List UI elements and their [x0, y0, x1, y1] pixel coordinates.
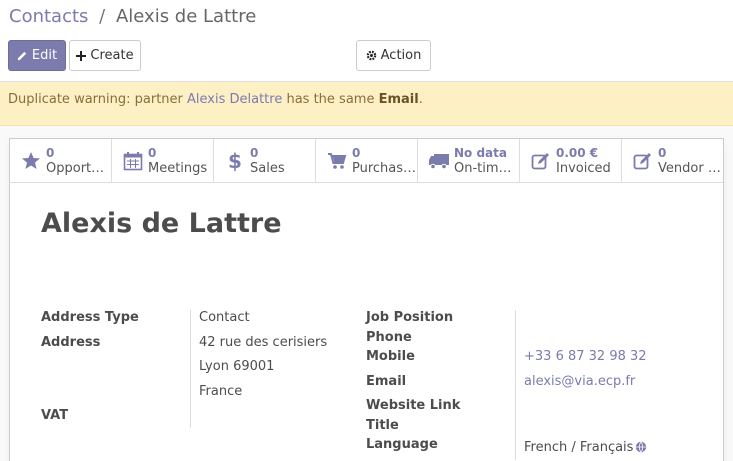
calendar-icon — [122, 150, 144, 172]
on-time-rate-button[interactable]: No data On-time Rate — [418, 139, 520, 182]
warning-prefix: Duplicate warning: partner — [8, 92, 188, 107]
city-value[interactable]: Lyon 69001 — [199, 359, 274, 374]
address-type-label: Address Type — [41, 310, 139, 325]
duplicate-partner-link[interactable]: Alexis Delattre — [187, 92, 282, 107]
dollar-icon: $ — [224, 150, 246, 172]
vat-label: VAT — [41, 408, 69, 423]
duplicate-warning: Duplicate warning: partner Alexis Delatt… — [0, 82, 733, 126]
street-value[interactable]: 42 rue des cerisiers — [199, 335, 327, 350]
left-group-divider — [190, 310, 191, 428]
truck-icon — [428, 150, 450, 172]
sales-label: Sales — [250, 160, 285, 176]
form-sheet: 0 Opportunities 0 Meetings $ 0 Sales — [9, 138, 724, 461]
sales-button[interactable]: $ 0 Sales — [214, 139, 316, 182]
vendor-bills-label: Vendor Bills — [658, 160, 723, 176]
purchases-label: Purchases — [352, 160, 417, 176]
partner-name: Alexis de Lattre — [41, 208, 282, 239]
globe-icon[interactable] — [635, 441, 647, 457]
title-label: Title — [366, 418, 399, 433]
purchases-button[interactable]: 0 Purchases — [316, 139, 418, 182]
opportunities-count: 0 — [46, 145, 55, 160]
action-button[interactable]: Action — [356, 40, 431, 71]
mobile-label: Mobile — [366, 349, 415, 364]
warning-suffix: . — [418, 92, 423, 107]
pencil-icon — [17, 50, 28, 61]
invoiced-amount: 0.00 € — [556, 145, 599, 160]
breadcrumb-contacts-link[interactable]: Contacts — [9, 6, 88, 27]
mobile-link[interactable]: +33 6 87 32 98 32 — [524, 349, 647, 364]
breadcrumb: Contacts / Alexis de Lattre — [9, 6, 256, 27]
meetings-button[interactable]: 0 Meetings — [112, 139, 214, 182]
invoiced-label: Invoiced — [556, 160, 611, 176]
vendor-bills-count: 0 — [658, 145, 667, 160]
purchases-count: 0 — [352, 145, 361, 160]
sales-count: 0 — [250, 145, 259, 160]
phone-label: Phone — [366, 330, 412, 345]
plus-icon — [76, 50, 87, 61]
svg-text:$: $ — [228, 150, 242, 172]
invoice-icon — [530, 150, 552, 172]
language-value[interactable]: French / Français — [524, 440, 633, 455]
warning-field: Email — [378, 92, 419, 107]
language-label: Language — [366, 437, 438, 452]
edit-button-label: Edit — [31, 48, 58, 63]
email-link[interactable]: alexis@via.ecp.fr — [524, 374, 635, 389]
email-label: Email — [366, 374, 407, 389]
breadcrumb-current: Alexis de Lattre — [115, 6, 257, 27]
vendor-bills-button[interactable]: 0 Vendor Bills — [622, 139, 723, 182]
create-button[interactable]: Create — [69, 40, 141, 71]
smart-buttons: 0 Opportunities 0 Meetings $ 0 Sales — [10, 139, 723, 183]
cart-icon — [326, 150, 348, 172]
on-time-rate-label: On-time Rate — [454, 160, 519, 176]
opportunities-button[interactable]: 0 Opportunities — [10, 139, 112, 182]
invoiced-button[interactable]: 0.00 € Invoiced — [520, 139, 622, 182]
star-icon — [20, 150, 42, 172]
meetings-count: 0 — [148, 145, 157, 160]
job-position-label: Job Position — [366, 310, 454, 325]
address-type-value[interactable]: Contact — [199, 310, 250, 325]
edit-button[interactable]: Edit — [8, 40, 66, 71]
opportunities-label: Opportunities — [46, 160, 111, 176]
gear-icon — [366, 50, 377, 61]
meetings-label: Meetings — [148, 160, 208, 176]
warning-middle: has the same — [282, 92, 379, 107]
country-value[interactable]: France — [199, 384, 242, 399]
control-panel: Contacts / Alexis de Lattre Edit Create … — [0, 0, 733, 82]
breadcrumb-separator: / — [99, 6, 106, 27]
action-button-label: Action — [380, 48, 422, 63]
address-label: Address — [41, 335, 101, 350]
on-time-rate-value: No data — [454, 145, 507, 160]
create-button-label: Create — [90, 48, 134, 63]
website-label: Website Link — [366, 398, 461, 413]
vendor-bill-icon — [632, 150, 654, 172]
right-group-divider — [515, 310, 516, 460]
